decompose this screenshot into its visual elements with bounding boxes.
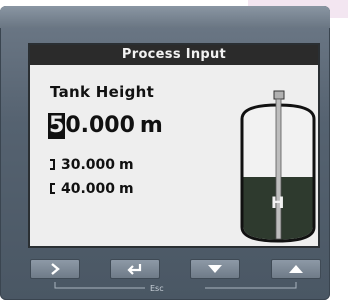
up-arrow-button[interactable] xyxy=(271,259,321,279)
down-arrow-button[interactable] xyxy=(190,259,240,279)
value-editor[interactable]: 50.000 m xyxy=(48,113,163,143)
tank-marker-label: H xyxy=(271,193,285,212)
esc-label: Esc xyxy=(150,284,164,293)
high-limit-unit: m xyxy=(119,181,134,197)
value-digits: 0.000 xyxy=(65,113,135,138)
screen-title: Process Input xyxy=(30,45,318,65)
right-arrow-button[interactable] xyxy=(30,259,80,279)
cursor-digit[interactable]: 5 xyxy=(48,113,66,139)
tank-icon xyxy=(240,90,316,243)
tank-graphic: H xyxy=(236,89,318,246)
right-arrow-icon xyxy=(51,263,60,275)
keypad xyxy=(30,259,322,281)
value-unit: m xyxy=(139,113,163,138)
low-limit-value: 30.000 xyxy=(61,157,116,173)
low-limit: 30.000 m xyxy=(50,157,134,173)
low-limit-bracket-icon xyxy=(50,159,55,170)
high-limit-value: 40.000 xyxy=(61,181,116,197)
device-top-edge xyxy=(0,6,330,28)
high-limit-bracket-icon xyxy=(50,183,55,194)
parameter-label: Tank Height xyxy=(50,83,155,101)
low-limit-unit: m xyxy=(119,157,134,173)
lcd-screen: Process Input Tank Height 50.000 m 30.000… xyxy=(28,43,320,248)
enter-icon xyxy=(127,264,142,275)
esc-bracket-line xyxy=(54,282,297,289)
enter-button[interactable] xyxy=(110,259,160,279)
down-arrow-icon xyxy=(208,265,222,273)
up-arrow-icon xyxy=(289,265,303,273)
high-limit: 40.000 m xyxy=(50,181,134,197)
